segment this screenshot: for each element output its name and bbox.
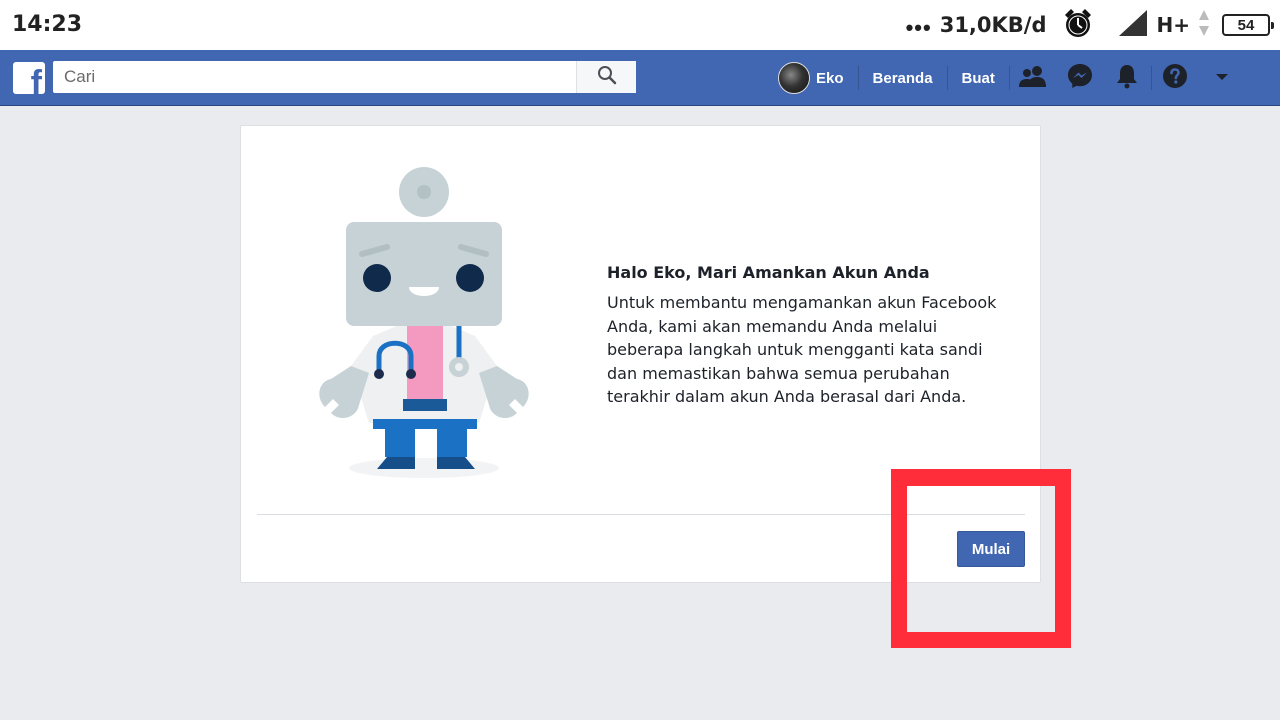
robot-doctor-illustration [311,161,541,491]
help-button[interactable] [1152,58,1199,98]
status-speed: 31,0KB/d [939,13,1047,37]
facebook-topbar: f Eko Beranda Buat [0,50,1280,106]
data-arrows-icon [1198,9,1210,42]
signal-icon [1117,8,1149,43]
messenger-icon [1067,63,1093,94]
status-bar: 14:23 ••• 31,0KB/d H+ 54 [0,0,1280,50]
nav-profile[interactable]: Eko [778,62,858,94]
help-icon [1162,63,1188,94]
card-text: Halo Eko, Mari Amankan Akun Anda Untuk m… [607,263,1017,409]
nav-icons [1008,63,1246,90]
avatar [778,62,810,94]
card-title: Halo Eko, Mari Amankan Akun Anda [607,263,930,282]
alarm-icon [1061,6,1095,45]
nav-link-home[interactable]: Beranda [857,66,947,90]
battery-icon: 54 [1222,14,1274,36]
nav-profile-name: Eko [816,69,844,87]
notifications-button[interactable] [1104,58,1151,98]
nav-right: Eko Beranda Buat [778,50,1246,106]
messenger-button[interactable] [1057,58,1104,98]
status-dots: ••• [905,15,932,40]
menu-dropdown-icon [1215,69,1229,87]
facebook-logo-letter: f [30,64,42,94]
notifications-icon [1115,63,1139,94]
status-time: 14:23 [12,12,83,37]
card-description: Untuk membantu mengamankan akun Facebook… [607,293,997,406]
status-network: H+ [1156,13,1191,37]
search-icon [597,65,617,90]
search-box [53,61,636,93]
friends-button[interactable] [1010,58,1057,98]
nav-link-create[interactable]: Buat [946,66,1009,90]
facebook-logo[interactable]: f [13,62,45,94]
friends-icon [1019,65,1047,92]
status-right: ••• 31,0KB/d H+ 54 [905,0,1274,50]
highlight-box [891,469,1071,648]
menu-dropdown-button[interactable] [1199,58,1246,98]
search-input[interactable] [53,61,575,93]
search-button[interactable] [576,61,636,93]
